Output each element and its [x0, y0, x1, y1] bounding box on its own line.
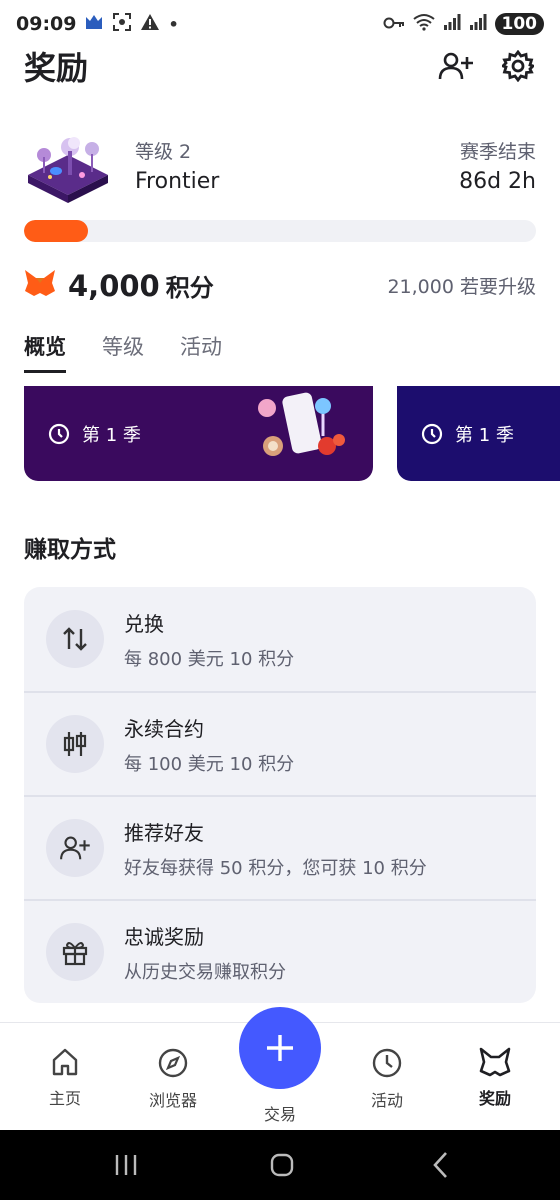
level-label: 等级 2 [135, 141, 192, 163]
tab-activity[interactable]: 活动 [180, 325, 222, 373]
add-user-icon [438, 52, 473, 80]
tab-levels[interactable]: 等级 [102, 325, 144, 373]
settings-button[interactable] [500, 48, 536, 84]
earn-item-name: 兑换 [124, 611, 164, 636]
nav-rewards-label: 奖励 [478, 1089, 511, 1108]
earn-methods-list: 兑换 每 800 美元 10 积分 永续合约 每 100 美元 10 积分 推荐… [24, 587, 536, 1003]
fox-outline-icon [479, 1047, 511, 1077]
warning-icon [140, 13, 160, 35]
fox-logo-icon [24, 269, 56, 301]
nav-home-label: 主页 [48, 1089, 81, 1108]
nav-home[interactable]: 主页 [20, 1047, 110, 1109]
earn-item-swap[interactable]: 兑换 每 800 美元 10 积分 [24, 587, 536, 691]
earn-item-loyalty[interactable]: 忠诚奖励 从历史交易赚取积分 [24, 899, 536, 1003]
page-title: 奖励 [24, 49, 89, 87]
earn-item-desc: 从历史交易赚取积分 [124, 961, 286, 983]
tab-bar: 概览 等级 活动 [24, 325, 560, 375]
back-button[interactable] [428, 1150, 452, 1180]
season-card[interactable]: 第 1 季 [397, 386, 560, 481]
home-icon [52, 1048, 78, 1076]
earn-item-name: 忠诚奖励 [124, 924, 204, 949]
gift-icon [62, 942, 88, 966]
level-summary: 等级 2 Frontier 赛季结束 86d 2h [24, 125, 536, 205]
earn-item-name: 推荐好友 [124, 820, 204, 845]
season-end-label: 赛季结束 [459, 141, 536, 163]
nav-activity-label: 活动 [370, 1091, 403, 1110]
home-system-button[interactable] [268, 1150, 296, 1180]
season-card-artwork [258, 392, 345, 456]
earn-item-referral[interactable]: 推荐好友 好友每获得 50 积分，您可获 10 积分 [24, 795, 536, 899]
nav-trade-label: 交易 [263, 1105, 296, 1124]
season-card-label: 第 1 季 [82, 424, 141, 446]
nav-browser[interactable]: 浏览器 [128, 1047, 218, 1111]
level-name: Frontier [135, 169, 220, 194]
home-circle-icon [270, 1153, 294, 1177]
season-card[interactable]: 第 1 季 [24, 386, 373, 481]
points-value: 4,000 [68, 268, 160, 303]
nav-activity[interactable]: 活动 [342, 1047, 432, 1111]
app-notification-icon [84, 13, 104, 35]
earn-item-desc: 每 800 美元 10 积分 [124, 648, 295, 670]
clock-icon [421, 423, 443, 444]
battery-level: 100 [494, 13, 544, 35]
candlestick-icon [63, 732, 87, 756]
level-progress-fill [24, 220, 88, 242]
status-time: 09:09 [16, 13, 77, 35]
key-icon [383, 15, 405, 34]
season-remaining: 86d 2h [459, 169, 536, 194]
add-user-icon [60, 836, 90, 860]
wifi-icon [412, 13, 435, 35]
recent-apps-button[interactable] [112, 1150, 140, 1180]
nav-browser-label: 浏览器 [148, 1091, 197, 1110]
earn-item-name: 永续合约 [124, 716, 204, 741]
add-friend-button[interactable] [438, 48, 474, 84]
earn-item-desc: 每 100 美元 10 积分 [124, 753, 295, 775]
points-unit: 积分 [165, 273, 214, 302]
points-row: 4,000 积分 21,000 若要升级 [24, 262, 536, 308]
points-to-next-level: 21,000 若要升级 [387, 275, 536, 298]
recent-apps-icon [115, 1155, 137, 1175]
bottom-navigation: 主页 浏览器 交易 活动 奖励 [0, 1007, 560, 1130]
system-navigation-bar [0, 1130, 560, 1200]
tab-overview[interactable]: 概览 [24, 325, 66, 373]
earn-section-title: 赚取方式 [24, 537, 116, 563]
signal-icon [443, 13, 461, 35]
back-chevron-icon [433, 1152, 447, 1178]
clock-icon [372, 1048, 402, 1078]
screenshot-icon [112, 12, 132, 36]
earn-item-perps[interactable]: 永续合约 每 100 美元 10 积分 [24, 691, 536, 795]
signal-icon-2 [469, 13, 487, 35]
season-carousel[interactable]: 第 1 季 第 1 季 [0, 386, 560, 482]
earn-item-desc: 好友每获得 50 积分，您可获 10 积分 [124, 857, 427, 879]
page-header: 奖励 [24, 40, 536, 92]
dot-icon: • [168, 14, 179, 34]
level-artwork [24, 125, 112, 205]
plus-icon [267, 1035, 293, 1061]
compass-icon [158, 1048, 188, 1078]
season-card-label: 第 1 季 [455, 424, 514, 446]
swap-icon [63, 627, 87, 651]
gear-icon [502, 50, 534, 82]
trade-button[interactable] [239, 1007, 321, 1089]
nav-rewards[interactable]: 奖励 [450, 1047, 540, 1109]
clock-icon [48, 423, 70, 444]
level-progress-bar [24, 220, 536, 242]
